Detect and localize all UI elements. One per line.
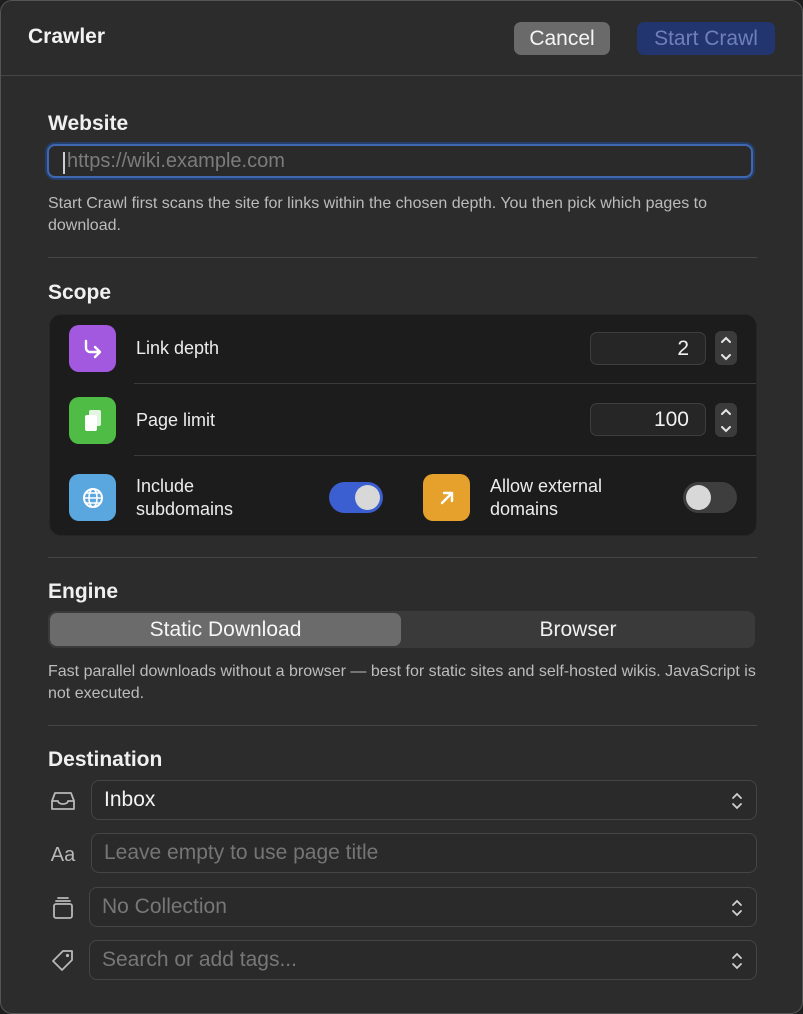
text-caret (63, 152, 65, 174)
chevron-updown-icon (732, 792, 742, 810)
collection-select[interactable]: No Collection (89, 887, 757, 927)
text-format-icon: Aa (50, 843, 76, 866)
row-divider (134, 383, 756, 384)
engine-helper-text: Fast parallel downloads without a browse… (48, 663, 756, 702)
title-bar: Crawler Cancel Start Crawl (1, 1, 802, 76)
link-depth-field[interactable]: 2 (590, 332, 706, 365)
chevron-up-icon[interactable] (720, 336, 732, 344)
engine-option-browser[interactable]: Browser (403, 613, 753, 646)
include-subdomains-toggle[interactable] (329, 482, 383, 513)
divider (48, 257, 757, 258)
toggle-knob (355, 485, 380, 510)
inbox-select-value: Inbox (104, 788, 156, 811)
link-depth-stepper[interactable] (715, 331, 737, 365)
chevron-updown-icon (732, 899, 742, 917)
start-crawl-button[interactable]: Start Crawl (637, 22, 775, 55)
collection-stack-icon (48, 893, 78, 923)
website-section-title: Website (48, 112, 129, 135)
tags-placeholder: Search or add tags... (102, 948, 297, 971)
inbox-select[interactable]: Inbox (91, 780, 757, 820)
chevron-down-icon[interactable] (720, 353, 732, 361)
arrow-up-right-icon (423, 474, 470, 521)
collection-select-value: No Collection (102, 895, 227, 918)
destination-section-title: Destination (48, 748, 163, 771)
documents-icon (69, 397, 116, 444)
link-depth-label: Link depth (136, 338, 220, 358)
tag-icon (48, 946, 78, 976)
title-input[interactable]: Leave empty to use page title (91, 833, 757, 873)
website-url-input[interactable]: https://wiki.example.com (47, 144, 753, 178)
allow-external-toggle[interactable] (683, 482, 737, 513)
engine-segmented-control: Static Download Browser (48, 611, 755, 648)
scope-section-title: Scope (48, 281, 112, 304)
crawler-window: Crawler Cancel Start Crawl Website https… (0, 0, 803, 1014)
window-title: Crawler (28, 25, 106, 48)
engine-section-title: Engine (48, 580, 119, 603)
return-arrow-icon (69, 325, 116, 372)
page-limit-field[interactable]: 100 (590, 403, 706, 436)
inbox-icon (48, 786, 78, 816)
allow-external-label: Allow external domains (490, 476, 603, 519)
engine-option-static-download[interactable]: Static Download (50, 613, 401, 646)
cancel-button[interactable]: Cancel (514, 22, 610, 55)
row-divider (134, 455, 756, 456)
include-subdomains-label: Include subdomains (136, 476, 234, 519)
scope-card: Link depth 2 Page limit 100 Include subd… (49, 314, 757, 536)
toggle-knob (686, 485, 711, 510)
globe-icon (69, 474, 116, 521)
divider (48, 725, 757, 726)
page-limit-label: Page limit (136, 410, 216, 430)
chevron-updown-icon (732, 952, 742, 970)
tags-input[interactable]: Search or add tags... (89, 940, 757, 980)
divider (48, 557, 757, 558)
chevron-up-icon[interactable] (720, 408, 732, 416)
page-limit-stepper[interactable] (715, 403, 737, 437)
chevron-down-icon[interactable] (720, 425, 732, 433)
website-helper-text: Start Crawl first scans the site for lin… (48, 195, 708, 234)
